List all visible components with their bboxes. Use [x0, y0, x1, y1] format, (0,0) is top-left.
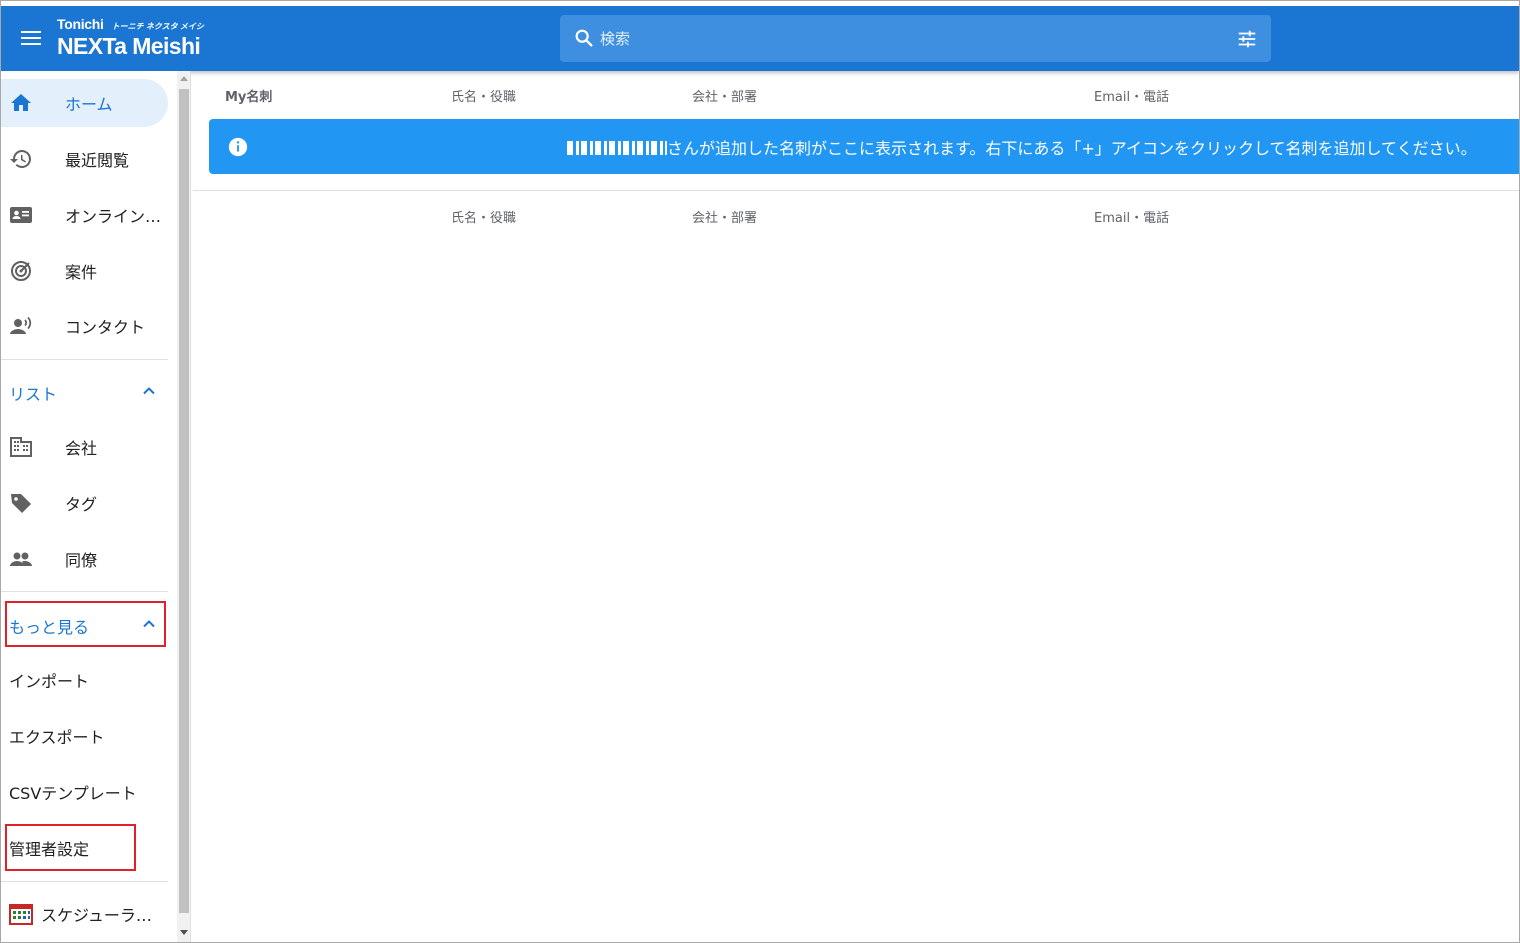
scrollbar-thumb[interactable] — [179, 89, 189, 913]
sidebar-item-admin-settings[interactable]: 管理者設定 — [1, 824, 168, 872]
sidebar-item-label: ホーム — [65, 95, 113, 114]
section-label-list: リスト — [9, 385, 58, 404]
sidebar-item-label: 会社 — [65, 439, 98, 458]
app-bar: Tonichi トーニチ ネクスタ メイシ NEXTa Meishi — [1, 1, 1519, 71]
info-message-text: さんが追加した名刺がここに表示されます。右下にある「+」アイコンをクリックして名… — [667, 139, 1477, 158]
sidebar-item-colleagues[interactable]: 同僚 — [1, 535, 168, 583]
info-banner: さんが追加した名刺がここに表示されます。右下にある「+」アイコンをクリックして名… — [209, 119, 1519, 174]
sidebar-item-label: CSVテンプレート — [9, 784, 137, 803]
search-input[interactable] — [600, 27, 1200, 51]
sidebar: ホーム 最近閲覧 オンライン… 案件 コンタクト リスト 会社 タグ 同僚 もっ… — [1, 71, 177, 942]
contact-speaker-icon — [10, 316, 32, 334]
building-icon — [10, 437, 32, 457]
sidebar-item-label: エクスポート — [9, 728, 105, 747]
sidebar-item-label: 最近閲覧 — [65, 151, 130, 170]
sidebar-item-label: スケジューラ… — [41, 906, 152, 925]
app-window: Tonichi トーニチ ネクスタ メイシ NEXTa Meishi ホーム 最近… — [0, 0, 1520, 943]
main-content: My名刺 氏名・役職 会社・部署 Email・電話 さんが追加した名刺がここに表… — [193, 71, 1519, 942]
people-icon — [10, 552, 32, 566]
sidebar-item-label: 管理者設定 — [9, 840, 90, 859]
brand-big-text: NEXTa Meishi — [57, 33, 201, 59]
column-header-company-dept[interactable]: 会社・部署 — [692, 207, 757, 226]
sidebar-item-label: 同僚 — [65, 551, 98, 570]
section-divider — [193, 190, 1519, 191]
sidebar-item-csv-template[interactable]: CSVテンプレート — [1, 768, 168, 816]
sidebar-item-tag[interactable]: タグ — [1, 479, 168, 527]
history-icon — [10, 150, 31, 168]
scroll-down-arrow-icon[interactable] — [180, 930, 188, 935]
search-icon — [575, 29, 593, 47]
info-icon — [228, 137, 248, 157]
column-header-email-phone[interactable]: Email・電話 — [1094, 86, 1169, 105]
sidebar-divider — [1, 359, 168, 360]
sidebar-divider — [1, 881, 168, 882]
section-header-list[interactable]: リスト — [1, 367, 168, 415]
scroll-up-arrow-icon[interactable] — [180, 76, 188, 81]
target-icon — [11, 261, 31, 281]
sidebar-item-label: オンライン… — [65, 207, 162, 226]
section-header-more[interactable]: もっと見る — [1, 600, 168, 648]
menu-icon[interactable] — [21, 28, 43, 48]
column-header-name-title[interactable]: 氏名・役職 — [451, 207, 516, 226]
sidebar-item-scheduler[interactable]: スケジューラ… — [1, 890, 168, 938]
tag-icon — [11, 494, 31, 513]
sidebar-item-online[interactable]: オンライン… — [1, 191, 168, 239]
home-icon — [11, 94, 31, 111]
sidebar-scrollbar[interactable] — [177, 71, 191, 942]
sidebar-item-label: インポート — [9, 672, 90, 691]
tune-filter-icon[interactable] — [1236, 28, 1258, 50]
info-message: さんが追加した名刺がここに表示されます。右下にある「+」アイコンをクリックして名… — [567, 135, 1477, 159]
search-bar — [560, 15, 1271, 62]
sidebar-item-label: 案件 — [65, 263, 98, 282]
sidebar-item-import[interactable]: インポート — [1, 656, 168, 704]
sidebar-item-home[interactable]: ホーム — [1, 79, 168, 127]
sidebar-divider — [1, 591, 168, 592]
sidebar-item-contact[interactable]: コンタクト — [1, 302, 168, 350]
sidebar-item-projects[interactable]: 案件 — [1, 247, 168, 295]
sidebar-item-label: コンタクト — [65, 318, 146, 337]
contact-card-icon — [10, 207, 32, 223]
column-header-name-title[interactable]: 氏名・役職 — [451, 86, 516, 105]
sidebar-item-company[interactable]: 会社 — [1, 423, 168, 471]
column-header-company-dept[interactable]: 会社・部署 — [692, 86, 757, 105]
sidebar-item-recent[interactable]: 最近閲覧 — [1, 135, 168, 183]
column-header-email-phone[interactable]: Email・電話 — [1094, 207, 1169, 226]
column-header-my-card[interactable]: My名刺 — [225, 86, 272, 105]
brand-logo[interactable]: Tonichi トーニチ ネクスタ メイシ NEXTa Meishi — [57, 16, 204, 58]
section-label-more: もっと見る — [9, 618, 90, 637]
brand-kana-text: トーニチ ネクスタ メイシ — [111, 22, 204, 31]
calendar-icon — [9, 904, 33, 925]
sidebar-item-label: タグ — [65, 495, 98, 514]
sidebar-item-export[interactable]: エクスポート — [1, 712, 168, 760]
chevron-up-icon — [143, 387, 155, 395]
brand-small-text: Tonichi — [57, 16, 104, 32]
redacted-username — [567, 141, 667, 155]
chevron-up-icon — [143, 620, 155, 628]
